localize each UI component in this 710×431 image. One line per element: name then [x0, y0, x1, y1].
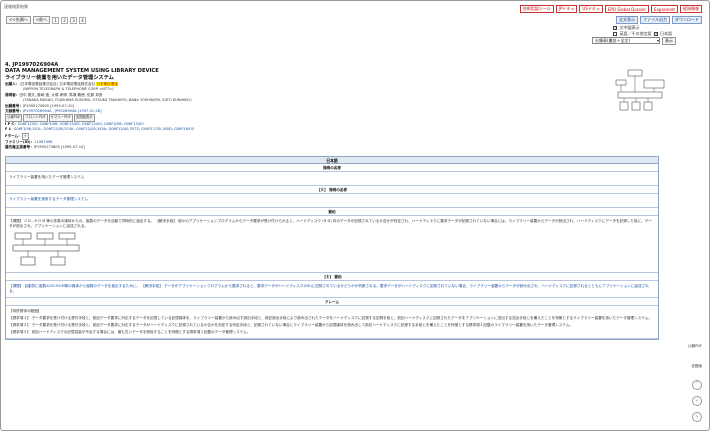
- fi-label: F I：: [5, 127, 14, 132]
- us-doc-button[interactable]: USドキュ: [579, 5, 603, 13]
- view-go-button[interactable]: 表示: [662, 37, 676, 45]
- term-tool-button[interactable]: 技術用語ツール: [519, 5, 554, 13]
- bibliographic-info: 出願人：(日本電信電話株式会社) 日本電信電話株式会社 日本電信電話 (NIPP…: [5, 82, 605, 151]
- next-record-button[interactable]: ›: [692, 412, 702, 422]
- page-2-button[interactable]: 2: [61, 16, 69, 24]
- application-number-value: JP1995173605 [1995-07-10]: [22, 103, 74, 108]
- page-3-button[interactable]: 3: [70, 16, 78, 24]
- progress-info-button[interactable]: 経過情報: [680, 5, 702, 13]
- view-select-value: 分類表(書誌＋全文): [595, 37, 631, 43]
- page-1-button[interactable]: 1: [52, 16, 60, 24]
- page-header-title: 速報検索結果: [4, 4, 28, 9]
- section-text-title-en: ライブラリー装置を使用するデータ管理システム: [6, 194, 658, 208]
- fterm-toggle-icon[interactable]: +: [21, 132, 29, 141]
- side-gazette-pdf-label: 公報PDF: [687, 344, 702, 348]
- section-text-abstract-en: 【課題】 自動的に複数のCD-ROM等の媒体から複数のデータを抽出するために。 …: [6, 281, 658, 298]
- record-summary: 4. JP1997026904A DATA MANAGEMENT SYSTEM …: [5, 62, 605, 151]
- output-toolbar: 全文表示 ファイル出力 ダウンロード: [616, 16, 702, 24]
- inventor-value: 田中 雅夫, 藤嶋 進, 大塚 孝博, 馬場 義徳, 佐藤 邦彦: [19, 92, 103, 97]
- claims-subheading: 【特許請求の範囲】: [9, 309, 42, 313]
- japanese-checkbox[interactable]: [654, 31, 658, 37]
- publication-number-label: 文献番号：: [5, 109, 23, 114]
- chevron-right-icon: ›: [692, 412, 702, 422]
- side-gazette-pdf[interactable]: 公報PDF: [688, 344, 702, 349]
- prev-page-button[interactable]: <前へ: [32, 16, 51, 24]
- claim-3: 【請求項３】 前記ハードディスクの記憶容量が不足する場合には、最も古いデータを削…: [9, 330, 251, 334]
- ipc-label: I P C：: [5, 121, 18, 126]
- section-abstract: 【課題】 C D - R O M 等の多数の媒体からの、複数のデータを自動で同時…: [6, 216, 658, 273]
- document-body: 日本語 発明の名称 ライブラリー装置を用いたデータ管理システム 【Ｅ】 発明の名…: [5, 156, 659, 340]
- front-pdf-button[interactable]: フロントPDF: [23, 114, 48, 122]
- page-4-button[interactable]: 4: [79, 16, 87, 24]
- jp-doc-button[interactable]: JPドキュ: [555, 5, 578, 13]
- section-heading-title-en: 【Ｅ】 発明の名称: [6, 186, 658, 194]
- epo-global-dossier-button[interactable]: EPO Global Dossier: [604, 5, 650, 13]
- view-select-row: 分類表(書誌＋全文) ▾ 表示: [592, 37, 676, 45]
- abstract-figure[interactable]: [11, 231, 83, 267]
- gazette-pdf-button[interactable]: 公報PDF: [5, 114, 23, 122]
- chevron-left-icon: ‹: [692, 396, 702, 406]
- application-number-label: 出願番号：: [5, 103, 23, 108]
- claim-1: 【請求項１】 データ要求を受け付ける受付手段と、前記データ要求に対応するデータを…: [9, 316, 653, 320]
- priority-value: JP1995173605 [1995-07-10]: [33, 145, 85, 150]
- arrow-up-icon: ˆ: [692, 380, 702, 390]
- espacenet-button[interactable]: Espacenet: [651, 5, 678, 13]
- language-header: 日本語: [6, 157, 658, 164]
- display-options: 文中図表示 英語／その他言語 日本語: [613, 25, 672, 37]
- document-buttons: 公報PDF フロントPDF サマリーPDF 全図面表示: [5, 114, 605, 122]
- external-tools-toolbar: 技術用語ツール JPドキュ USドキュ EPO Global Dossier E…: [519, 5, 702, 13]
- inline-figure-checkbox[interactable]: [613, 25, 618, 31]
- fi-value[interactable]: G06F3/06,301L; G06F12/00,514K; G06F12/00…: [14, 127, 194, 131]
- section-heading-abstract: 要約: [6, 208, 658, 216]
- view-select[interactable]: 分類表(書誌＋全文) ▾: [592, 37, 660, 44]
- section-heading-abstract-en: 【Ｅ】 要約: [6, 273, 658, 281]
- applicant-label: 出願人：: [5, 82, 20, 86]
- section-heading-title: 発明の名称: [6, 164, 658, 172]
- section-text-abstract: 【課題】 C D - R O M 等の多数の媒体からの、複数のデータを自動で同時…: [9, 219, 652, 228]
- claim-2: 【請求項２】 データ要求を受け付ける受付手段と、前記データ要求に対応するデータが…: [9, 323, 574, 327]
- section-heading-claims: クレーム: [6, 298, 658, 306]
- priority-label: 優先権主張番号：: [5, 145, 34, 150]
- fulltext-button[interactable]: 全文表示: [616, 16, 638, 24]
- inventor-label: 発明者：: [5, 92, 20, 97]
- english-label: 英語／その他言語: [619, 31, 652, 36]
- download-button[interactable]: ダウンロード: [672, 16, 702, 24]
- applicant-highlight: 日本電信電話: [96, 82, 118, 86]
- ipc-value[interactable]: G06F12/00; G06F3/06; G06F13/00; G06F12/0…: [18, 122, 144, 126]
- scroll-top-button[interactable]: ˆ: [692, 380, 702, 390]
- section-text-title: ライブラリー装置を用いたデータ管理システム: [6, 172, 658, 186]
- summary-pdf-button[interactable]: サマリーPDF: [48, 114, 73, 122]
- english-checkbox[interactable]: [613, 32, 618, 36]
- applicant-value: (日本電信電話株式会社) 日本電信電話株式会社: [19, 82, 96, 86]
- first-page-button[interactable]: <<先頭へ: [6, 16, 31, 24]
- family-value[interactable]: 11587496: [34, 140, 52, 144]
- publication-number-value[interactable]: JP1997026904A , JP9026904A [1997-01-28]: [23, 109, 102, 113]
- all-figures-button[interactable]: 全図面表示: [73, 114, 95, 122]
- japanese-label: 日本語: [660, 31, 672, 36]
- prev-record-button[interactable]: ‹: [692, 396, 702, 406]
- representative-figure-thumbnail[interactable]: [614, 68, 666, 114]
- section-claims: 【特許請求の範囲】 【請求項１】 データ要求を受け付ける受付手段と、前記データ要…: [6, 306, 658, 339]
- side-all-figures[interactable]: 全図面: [691, 364, 702, 369]
- inline-figure-label: 文中図表示: [619, 25, 640, 30]
- title-japanese: ライブラリー装置を用いたデータ管理システム: [5, 75, 114, 81]
- side-all-figures-label: 全図面: [691, 364, 702, 368]
- family-label: ファミリー(ID)：: [5, 140, 35, 145]
- fterm-label: Fターム：: [5, 133, 22, 138]
- chevron-down-icon: ▾: [656, 38, 659, 43]
- pagination: <<先頭へ <前へ 1 2 3 4: [6, 16, 87, 24]
- file-export-button[interactable]: ファイル出力: [640, 16, 670, 24]
